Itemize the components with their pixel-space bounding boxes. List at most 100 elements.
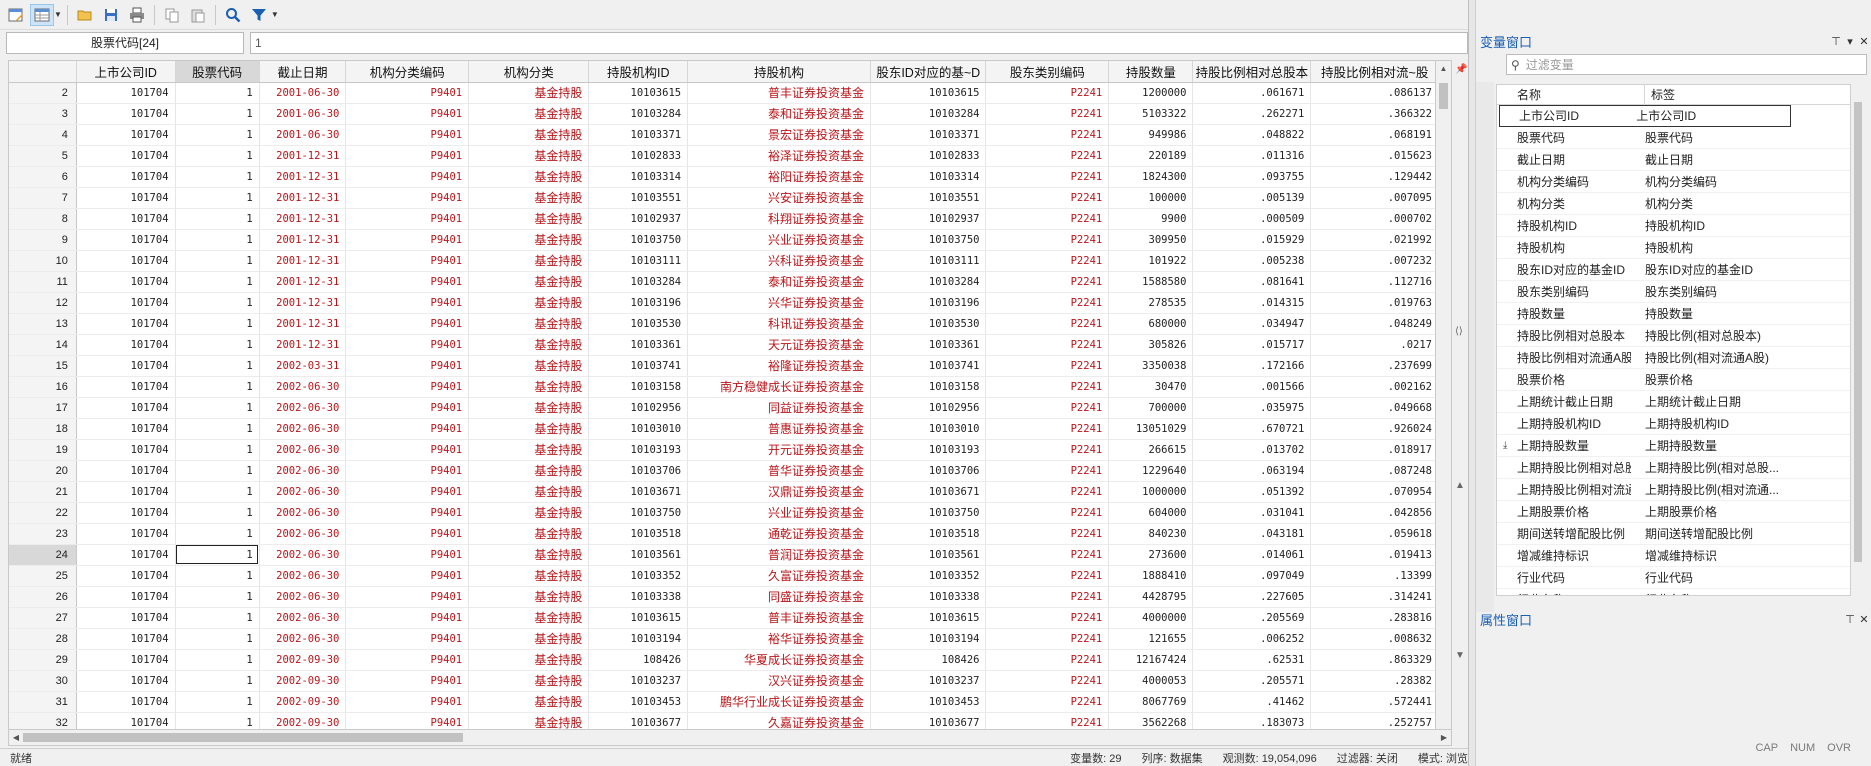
table-cell[interactable]: 泰和证券投资基金 <box>687 271 871 293</box>
table-cell[interactable]: 101704 <box>76 124 176 146</box>
variable-list-item[interactable]: 持股机构 持股机构 <box>1497 237 1850 259</box>
table-cell[interactable]: 10103193 <box>588 439 689 461</box>
table-cell[interactable]: P2241 <box>985 439 1110 461</box>
column-header[interactable]: 机构分类编码 <box>345 61 470 83</box>
table-cell[interactable]: P2241 <box>985 187 1110 209</box>
table-cell[interactable]: 101704 <box>76 397 176 419</box>
table-cell[interactable]: P9401 <box>345 376 470 398</box>
table-cell[interactable]: 9900 <box>1108 208 1194 230</box>
table-cell[interactable]: .002162 <box>1310 376 1435 398</box>
table-cell[interactable]: P9401 <box>345 523 470 545</box>
table-cell[interactable]: 101704 <box>76 271 176 293</box>
table-cell[interactable]: 2002-06-30 <box>259 460 347 482</box>
table-cell[interactable]: 1 <box>175 649 260 671</box>
table-cell[interactable]: 基金持股 <box>468 460 590 482</box>
scroll-right-icon[interactable]: ▶ <box>1437 730 1451 746</box>
table-row[interactable]: 32 101704 1 2002-09-30 P9401 基金持股 10103677 久嘉证券… <box>9 712 1435 729</box>
table-row[interactable]: 29 101704 1 2002-09-30 P9401 基金持股 108426 华夏成长证券… <box>9 649 1435 671</box>
scroll-up-icon[interactable]: ▲ <box>1436 61 1451 77</box>
table-cell[interactable]: 101704 <box>76 712 176 729</box>
table-cell[interactable]: 2002-06-30 <box>259 481 347 503</box>
scrollbar-thumb[interactable] <box>23 733 463 742</box>
table-cell[interactable]: .007232 <box>1310 250 1435 272</box>
collapse-icon[interactable]: ⟨⟩ <box>1455 326 1463 337</box>
table-cell[interactable]: P2241 <box>985 691 1110 713</box>
table-cell[interactable]: 10103284 <box>588 103 689 125</box>
variable-list-item[interactable]: 上期持股比例相对总股... 上期持股比例(相对总股... <box>1497 457 1850 479</box>
table-row[interactable]: 21 101704 1 2002-06-30 P9401 基金持股 10103671 汉鼎证券… <box>9 481 1435 503</box>
data-grid[interactable]: 上市公司ID 股票代码 截止日期 机构分类编码 机构分类 持股机构ID 持股机构 股东ID对应… <box>8 60 1436 730</box>
table-cell[interactable]: P2241 <box>985 145 1110 167</box>
table-cell[interactable]: 101704 <box>76 628 176 650</box>
table-cell[interactable]: P2241 <box>985 712 1110 729</box>
table-cell[interactable]: 1 <box>175 124 260 146</box>
table-cell[interactable]: 久富证券投资基金 <box>687 565 871 587</box>
table-cell[interactable]: 10103237 <box>870 670 987 692</box>
table-cell[interactable]: 4428795 <box>1108 586 1194 608</box>
table-cell[interactable]: 兴业证券投资基金 <box>687 229 871 251</box>
find-icon[interactable] <box>221 4 245 26</box>
table-cell[interactable]: P9401 <box>345 565 470 587</box>
table-cell[interactable]: P2241 <box>985 82 1110 104</box>
table-cell[interactable]: 10103010 <box>870 418 987 440</box>
table-row[interactable]: 7 101704 1 2001-12-31 P9401 基金持股 10103551 兴安证券投… <box>9 187 1435 209</box>
table-cell[interactable]: 2002-06-30 <box>259 376 347 398</box>
variables-scrollbar[interactable] <box>1851 84 1865 596</box>
table-cell[interactable]: 基金持股 <box>468 229 590 251</box>
table-cell[interactable]: .035975 <box>1192 397 1312 419</box>
table-cell[interactable]: 鹏华行业成长证券投资基金 <box>687 691 871 713</box>
table-cell[interactable]: 汉鼎证券投资基金 <box>687 481 871 503</box>
table-cell[interactable]: 10103518 <box>870 523 987 545</box>
table-cell[interactable]: P9401 <box>345 544 470 566</box>
table-cell[interactable]: 10103677 <box>588 712 689 729</box>
table-cell[interactable]: 基金持股 <box>468 628 590 650</box>
table-cell[interactable]: .926024 <box>1310 418 1435 440</box>
table-cell[interactable]: 2002-06-30 <box>259 523 347 545</box>
table-cell[interactable]: 1 <box>175 166 260 188</box>
table-cell[interactable]: P9401 <box>345 229 470 251</box>
table-cell[interactable]: 1 <box>175 628 260 650</box>
table-cell[interactable]: 同益证券投资基金 <box>687 397 871 419</box>
table-cell[interactable]: .093755 <box>1192 166 1312 188</box>
table-cell[interactable]: 普惠证券投资基金 <box>687 418 871 440</box>
table-cell[interactable]: P9401 <box>345 712 470 729</box>
table-cell[interactable]: 108426 <box>588 649 689 671</box>
close-icon[interactable]: ✕ <box>1857 613 1871 626</box>
table-cell[interactable]: 3562268 <box>1108 712 1194 729</box>
pin-icon[interactable]: 📌 <box>1455 64 1467 75</box>
table-cell[interactable]: 108426 <box>870 649 987 671</box>
table-cell[interactable]: .048822 <box>1192 124 1312 146</box>
table-cell[interactable]: 基金持股 <box>468 565 590 587</box>
table-cell[interactable]: .014061 <box>1192 544 1312 566</box>
table-cell[interactable]: .183073 <box>1192 712 1312 729</box>
table-cell[interactable]: .059618 <box>1310 523 1435 545</box>
grid-vertical-scrollbar[interactable]: ▲ <box>1436 60 1452 730</box>
table-cell[interactable]: 305826 <box>1108 334 1194 356</box>
table-cell[interactable]: .237699 <box>1310 355 1435 377</box>
scroll-up-icon[interactable]: ▲ <box>1455 480 1465 491</box>
table-cell[interactable]: P2241 <box>985 208 1110 230</box>
table-cell[interactable]: .043181 <box>1192 523 1312 545</box>
table-row[interactable]: 9 101704 1 2001-12-31 P9401 基金持股 10103750 兴业证券投… <box>9 229 1435 251</box>
table-cell[interactable]: P9401 <box>345 124 470 146</box>
table-row[interactable]: 20 101704 1 2002-06-30 P9401 基金持股 10103706 普华证券… <box>9 460 1435 482</box>
table-cell[interactable]: .019763 <box>1310 292 1435 314</box>
table-cell[interactable]: P9401 <box>345 460 470 482</box>
table-cell[interactable]: .863329 <box>1310 649 1435 671</box>
variable-list-item[interactable]: 股东类别编码 股东类别编码 <box>1497 281 1850 303</box>
cell-name-box[interactable]: 股票代码[24] <box>6 32 244 54</box>
table-cell[interactable]: P2241 <box>985 502 1110 524</box>
table-cell[interactable]: .068191 <box>1310 124 1435 146</box>
table-cell[interactable]: P2241 <box>985 271 1110 293</box>
table-cell[interactable]: 1 <box>175 208 260 230</box>
table-row[interactable]: 12 101704 1 2001-12-31 P9401 基金持股 10103196 兴华证券… <box>9 292 1435 314</box>
table-cell[interactable]: 101922 <box>1108 250 1194 272</box>
table-cell[interactable]: 604000 <box>1108 502 1194 524</box>
table-cell[interactable]: 基金持股 <box>468 607 590 629</box>
table-cell[interactable]: 1229640 <box>1108 460 1194 482</box>
table-cell[interactable]: 4000000 <box>1108 607 1194 629</box>
variable-list-item[interactable]: 股票代码 股票代码 <box>1497 127 1850 149</box>
table-row[interactable]: 3 101704 1 2001-06-30 P9401 基金持股 10103284 泰和证券投… <box>9 103 1435 125</box>
table-cell[interactable]: 2002-06-30 <box>259 607 347 629</box>
table-cell[interactable]: .112716 <box>1310 271 1435 293</box>
